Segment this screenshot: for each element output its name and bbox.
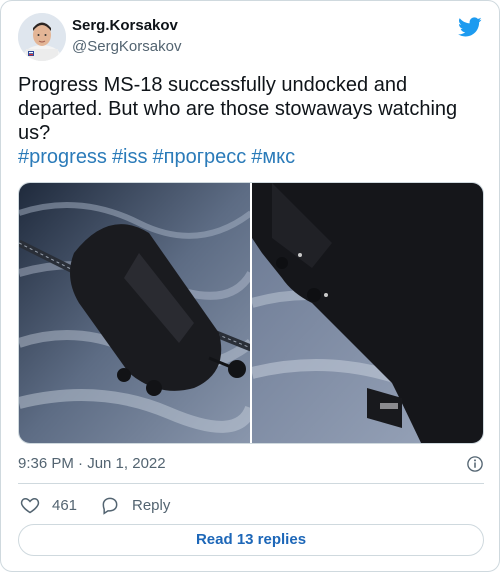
tweet-body: Progress MS-18 successfully undocked and… (18, 73, 484, 169)
avatar[interactable] (18, 13, 66, 61)
hashtag-progress-ru[interactable]: #прогресс (153, 146, 247, 168)
like-count: 461 (52, 496, 78, 514)
hashtag-progress[interactable]: #progress (18, 146, 107, 168)
like-button[interactable]: 461 (20, 493, 77, 517)
hashtag-mks[interactable]: #мкс (251, 146, 295, 168)
info-icon[interactable] (466, 455, 484, 473)
tweet-text: Progress MS-18 successfully undocked and… (18, 74, 458, 144)
hashtag-list: #progress #iss #прогресс #мкс (18, 145, 484, 169)
reply-button[interactable]: Reply (100, 493, 170, 517)
tweet-card: Serg.Korsakov @SergKorsakov Progress MS-… (0, 0, 500, 572)
hashtag-iss[interactable]: #iss (112, 146, 148, 168)
tweet-actions: 461 Reply (18, 493, 484, 517)
author-handle[interactable]: @SergKorsakov (72, 38, 181, 55)
divider (18, 483, 484, 484)
spacecraft-photo-1[interactable] (19, 183, 250, 443)
heart-icon (20, 497, 40, 514)
tweet-meta: 9:36 PM · Jun 1, 2022 (18, 455, 484, 475)
tweet-header: Serg.Korsakov @SergKorsakov (18, 13, 484, 63)
tweet-timestamp[interactable]: 9:36 PM · Jun 1, 2022 (18, 455, 166, 472)
author-name[interactable]: Serg.Korsakov (72, 17, 178, 34)
twitter-bird-icon[interactable] (458, 15, 482, 39)
spacecraft-photo-2[interactable] (252, 183, 483, 443)
tweet-media (18, 182, 484, 444)
reply-bubble-icon (102, 497, 118, 515)
reply-label: Reply (132, 496, 171, 514)
read-replies-button[interactable]: Read 13 replies (18, 524, 484, 556)
